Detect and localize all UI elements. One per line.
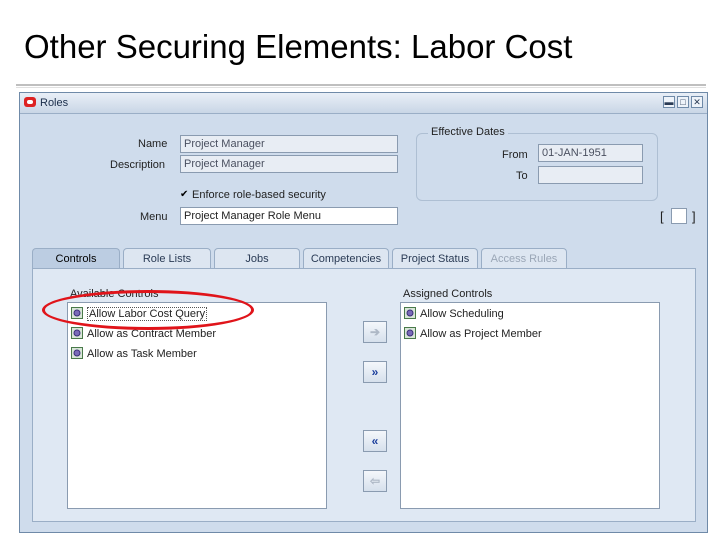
to-label: To — [516, 170, 528, 182]
move-all-left-button[interactable]: « — [363, 430, 387, 452]
window-titlebar[interactable]: Roles ▬ □ ✕ — [20, 93, 707, 114]
highlight-annotation-oval — [42, 290, 254, 330]
list-item-label: Allow as Task Member — [87, 348, 197, 360]
description-label: Description — [110, 159, 166, 171]
available-controls-list[interactable]: Allow Labor Cost Query Allow as Contract… — [67, 302, 327, 509]
list-item-label: Allow Scheduling — [420, 308, 504, 320]
window-title: Roles — [40, 97, 69, 109]
list-item[interactable]: Allow as Task Member — [71, 347, 197, 363]
descriptive-flexfield-open: [ — [660, 209, 664, 224]
title-divider — [16, 84, 706, 86]
list-item-label: Allow as Project Member — [420, 328, 542, 340]
name-label: Name — [138, 138, 168, 150]
assigned-controls-list[interactable]: Allow Scheduling Allow as Project Member — [400, 302, 660, 509]
control-gear-icon — [404, 307, 416, 319]
effective-dates-label: Effective Dates — [428, 126, 508, 138]
description-field[interactable]: Project Manager — [180, 155, 398, 173]
tab-project-status[interactable]: Project Status — [392, 248, 478, 268]
list-item[interactable]: Allow Scheduling — [404, 307, 504, 323]
oracle-app-icon — [24, 97, 36, 107]
tab-controls[interactable]: Controls — [32, 248, 120, 268]
name-field[interactable]: Project Manager — [180, 135, 398, 153]
tab-jobs[interactable]: Jobs — [214, 248, 300, 268]
control-gear-icon — [71, 347, 83, 359]
move-one-left-button[interactable]: ⇦ — [363, 470, 387, 492]
title-divider-shadow — [16, 87, 706, 88]
tab-competencies[interactable]: Competencies — [303, 248, 389, 268]
move-one-right-button[interactable]: ➔ — [363, 321, 387, 343]
control-gear-icon — [404, 327, 416, 339]
move-all-right-button[interactable]: » — [363, 361, 387, 383]
descriptive-flexfield-close: ] — [692, 209, 696, 224]
assigned-controls-title: Assigned Controls — [403, 288, 493, 300]
control-gear-icon — [71, 327, 83, 339]
enforce-security-checkbox[interactable]: ✔ — [180, 190, 189, 200]
minimize-icon[interactable]: ▬ — [663, 96, 675, 108]
slide-title: Other Securing Elements: Labor Cost — [24, 28, 573, 65]
menu-field[interactable]: Project Manager Role Menu — [180, 207, 398, 225]
from-label: From — [502, 149, 528, 161]
maximize-icon[interactable]: □ — [677, 96, 689, 108]
from-date-field[interactable]: 01-JAN-1951 — [538, 144, 643, 162]
menu-label: Menu — [140, 211, 168, 223]
tab-access-rules: Access Rules — [481, 248, 567, 268]
to-date-field[interactable] — [538, 166, 643, 184]
tab-role-lists[interactable]: Role Lists — [123, 248, 211, 268]
descriptive-flexfield-box[interactable] — [671, 208, 687, 224]
close-icon[interactable]: ✕ — [691, 96, 703, 108]
list-item[interactable]: Allow as Project Member — [404, 327, 542, 343]
enforce-security-label: Enforce role-based security — [192, 189, 326, 201]
